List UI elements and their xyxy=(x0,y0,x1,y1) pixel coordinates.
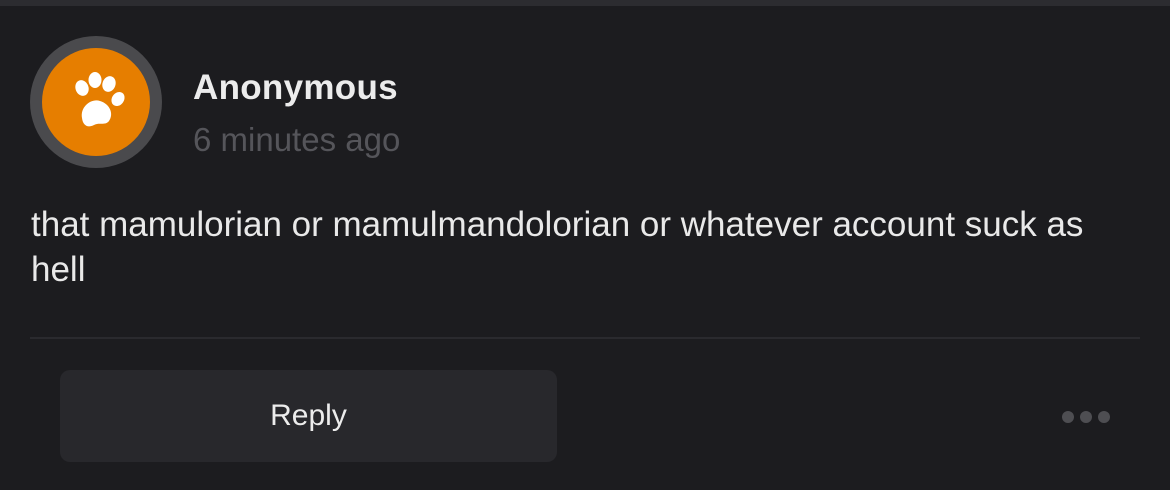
reply-button-label: Reply xyxy=(270,399,347,432)
comment-text: that mamulorian or mamulmandolorian or w… xyxy=(31,205,1084,289)
divider xyxy=(30,337,1140,339)
reply-button[interactable]: Reply xyxy=(60,370,557,462)
paw-icon xyxy=(75,72,125,127)
avatar[interactable] xyxy=(30,36,162,168)
more-dots-icon xyxy=(1062,411,1110,423)
avatar-circle xyxy=(42,48,150,156)
more-options-button[interactable] xyxy=(1056,402,1116,432)
post-timestamp: 6 minutes ago xyxy=(193,121,401,158)
author-name[interactable]: Anonymous xyxy=(193,68,398,108)
comment-card: Anonymous 6 minutes ago that mamulorian … xyxy=(0,6,1170,490)
